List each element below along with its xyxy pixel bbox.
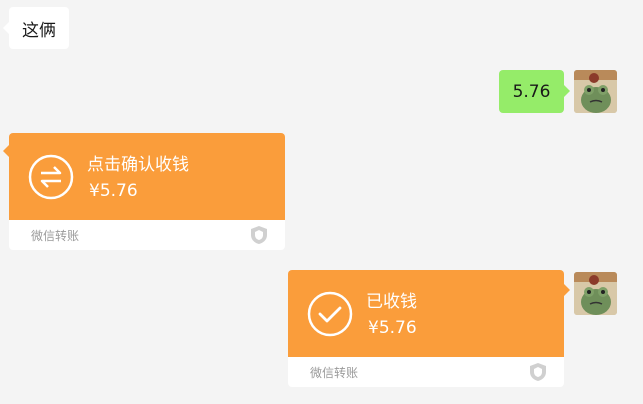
transfer-card-footer: 微信转账 xyxy=(288,357,564,387)
frog-avatar-icon xyxy=(574,70,617,113)
outgoing-message-bubble[interactable]: 5.76 xyxy=(499,70,570,113)
incoming-message-bubble[interactable]: 这俩 xyxy=(3,7,69,49)
transfer-card-header: 点击确认收钱 ¥5.76 xyxy=(3,133,285,220)
transfer-arrows-icon xyxy=(28,154,74,200)
frog-avatar-icon xyxy=(574,272,617,315)
transfer-card-received[interactable]: 已收钱 ¥5.76 微信转账 xyxy=(288,270,570,387)
transfer-amount: ¥5.76 xyxy=(89,181,138,201)
transfer-card-footer: 微信转账 xyxy=(9,220,285,250)
transfer-status-text: 已收钱 xyxy=(366,292,417,312)
transfer-card-pending[interactable]: 点击确认收钱 ¥5.76 微信转账 xyxy=(3,133,285,250)
wechat-transfer-label: 微信转账 xyxy=(310,366,359,380)
transfer-status-text: 点击确认收钱 xyxy=(87,155,189,175)
user-avatar[interactable] xyxy=(574,272,617,315)
incoming-message-text: 这俩 xyxy=(22,20,56,41)
wechat-transfer-label: 微信转账 xyxy=(31,229,80,243)
transfer-amount: ¥5.76 xyxy=(368,318,417,338)
shield-icon xyxy=(251,226,267,244)
transfer-card-header: 已收钱 ¥5.76 xyxy=(288,270,570,357)
shield-icon xyxy=(530,363,546,381)
outgoing-message-text: 5.76 xyxy=(512,81,551,102)
user-avatar[interactable] xyxy=(574,70,617,113)
checkmark-icon xyxy=(307,291,353,337)
